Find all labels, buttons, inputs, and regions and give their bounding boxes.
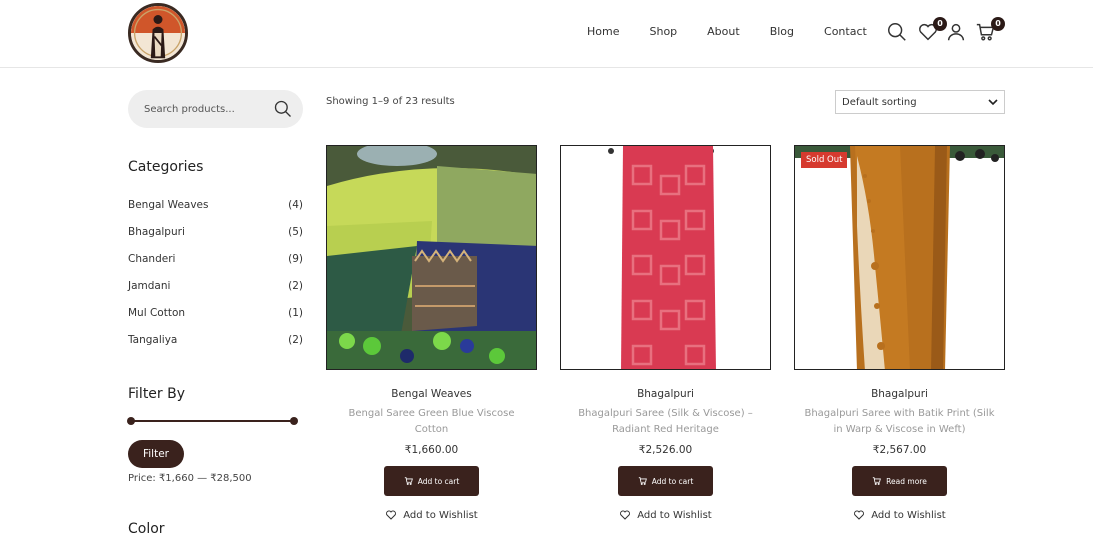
sort-selected-value: Default sorting bbox=[842, 96, 917, 108]
category-name: Bengal Weaves bbox=[128, 199, 209, 211]
color-heading: Color bbox=[128, 521, 165, 537]
category-count: (9) bbox=[288, 253, 303, 265]
cart-icon[interactable]: 0 bbox=[975, 17, 1005, 43]
category-item[interactable]: Bhagalpuri (5) bbox=[128, 226, 303, 253]
add-to-wishlist-label: Add to Wishlist bbox=[871, 509, 946, 521]
add-to-wishlist-link[interactable]: Add to Wishlist bbox=[326, 509, 537, 521]
product-price: ₹2,526.00 bbox=[638, 444, 693, 456]
product-image[interactable]: Sold Out bbox=[794, 145, 1005, 370]
add-to-wishlist-label: Add to Wishlist bbox=[403, 509, 478, 521]
category-count: (5) bbox=[288, 226, 303, 238]
search-submit-icon[interactable] bbox=[273, 99, 293, 119]
range-max-handle[interactable] bbox=[290, 417, 298, 425]
category-count: (4) bbox=[288, 199, 303, 211]
filter-heading: Filter By bbox=[128, 386, 186, 402]
product-search bbox=[128, 90, 303, 128]
nav-about[interactable]: About bbox=[707, 25, 740, 38]
nav-blog[interactable]: Blog bbox=[770, 25, 794, 38]
add-to-cart-label: Add to cart bbox=[651, 476, 694, 486]
cart-count-badge: 0 bbox=[991, 17, 1005, 31]
category-item[interactable]: Tangaliya (2) bbox=[128, 334, 303, 361]
filter-button[interactable]: Filter bbox=[128, 440, 184, 468]
read-more-label: Read more bbox=[886, 476, 927, 486]
heart-icon bbox=[854, 510, 865, 520]
product-category[interactable]: Bhagalpuri bbox=[794, 388, 1005, 400]
chevron-down-icon bbox=[988, 99, 998, 106]
category-item[interactable]: Chanderi (9) bbox=[128, 253, 303, 280]
price-range-slider[interactable] bbox=[127, 417, 298, 425]
site-header: Home Shop About Blog Contact 0 0 bbox=[0, 0, 1093, 68]
heart-icon bbox=[620, 510, 631, 520]
add-to-wishlist-link[interactable]: Add to Wishlist bbox=[794, 509, 1005, 521]
category-name: Tangaliya bbox=[128, 334, 178, 346]
product-image[interactable] bbox=[560, 145, 771, 370]
category-name: Chanderi bbox=[128, 253, 176, 265]
nav-home[interactable]: Home bbox=[587, 25, 619, 38]
add-to-cart-label: Add to cart bbox=[417, 476, 460, 486]
product-card: Bhagalpuri Bhagalpuri Saree (Silk & Visc… bbox=[560, 145, 771, 521]
product-title[interactable]: Bhagalpuri Saree with Batik Print (Silk … bbox=[794, 406, 1005, 438]
sort-select[interactable]: Default sorting bbox=[835, 90, 1005, 114]
price-range-label: Price: ₹1,660 — ₹28,500 bbox=[128, 473, 252, 484]
product-price: ₹1,660.00 bbox=[404, 444, 459, 456]
product-card: Bengal Weaves Bengal Saree Green Blue Vi… bbox=[326, 145, 537, 521]
sold-out-badge: Sold Out bbox=[801, 152, 848, 168]
nav-shop[interactable]: Shop bbox=[649, 25, 677, 38]
product-title[interactable]: Bengal Saree Green Blue Viscose Cotton bbox=[326, 406, 537, 438]
read-more-button[interactable]: Read more bbox=[852, 466, 947, 496]
account-icon[interactable] bbox=[945, 21, 967, 43]
main-nav: Home Shop About Blog Contact bbox=[587, 25, 867, 38]
add-to-cart-button[interactable]: Add to cart bbox=[384, 466, 479, 496]
category-count: (2) bbox=[288, 334, 303, 346]
category-item[interactable]: Bengal Weaves (4) bbox=[128, 199, 303, 226]
add-to-wishlist-link[interactable]: Add to Wishlist bbox=[560, 509, 771, 521]
search-icon[interactable] bbox=[886, 21, 908, 43]
category-item[interactable]: Mul Cotton (1) bbox=[128, 307, 303, 334]
product-category[interactable]: Bengal Weaves bbox=[326, 388, 537, 400]
add-to-cart-button[interactable]: Add to cart bbox=[618, 466, 713, 496]
product-image[interactable] bbox=[326, 145, 537, 370]
product-title[interactable]: Bhagalpuri Saree (Silk & Viscose) – Radi… bbox=[560, 406, 771, 438]
category-count: (1) bbox=[288, 307, 303, 319]
product-card: Sold Out Bhagalpuri Bhagalpuri Saree wit… bbox=[794, 145, 1005, 521]
category-list: Bengal Weaves (4) Bhagalpuri (5) Chanderi (… bbox=[128, 199, 303, 361]
category-name: Mul Cotton bbox=[128, 307, 186, 319]
site-logo[interactable] bbox=[128, 3, 188, 63]
wishlist-icon[interactable]: 0 bbox=[917, 17, 947, 43]
category-name: Jamdani bbox=[128, 280, 171, 292]
product-category[interactable]: Bhagalpuri bbox=[560, 388, 771, 400]
result-count: Showing 1–9 of 23 results bbox=[326, 96, 455, 107]
cart-icon bbox=[404, 477, 413, 485]
category-count: (2) bbox=[288, 280, 303, 292]
add-to-wishlist-label: Add to Wishlist bbox=[637, 509, 712, 521]
cart-icon bbox=[638, 477, 647, 485]
heart-icon bbox=[386, 510, 397, 520]
category-name: Bhagalpuri bbox=[128, 226, 185, 238]
cart-icon bbox=[872, 477, 882, 485]
search-input[interactable] bbox=[144, 101, 264, 117]
category-item[interactable]: Jamdani (2) bbox=[128, 280, 303, 307]
product-price: ₹2,567.00 bbox=[872, 444, 927, 456]
range-min-handle[interactable] bbox=[127, 417, 135, 425]
categories-heading: Categories bbox=[128, 159, 204, 175]
nav-contact[interactable]: Contact bbox=[824, 25, 867, 38]
